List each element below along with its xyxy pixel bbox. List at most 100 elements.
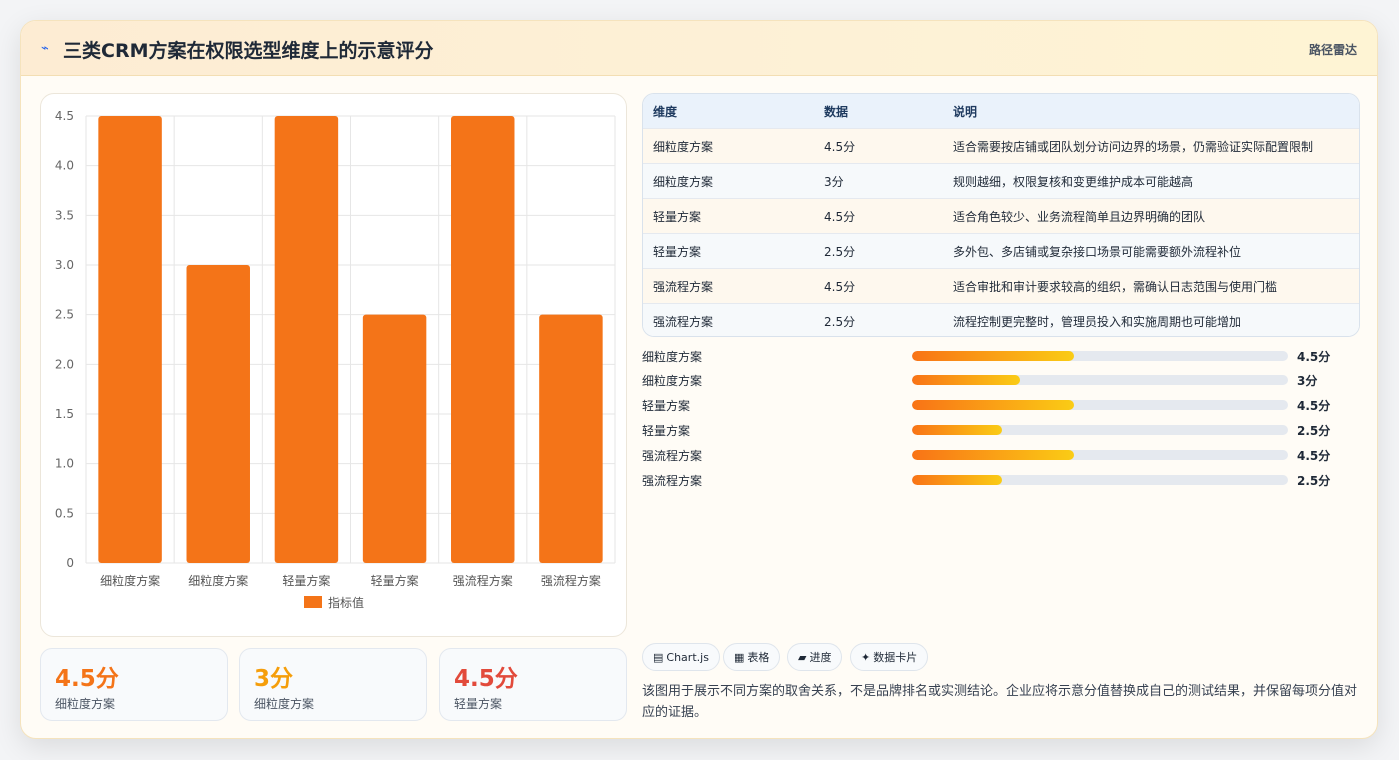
- progress-track: [912, 450, 1288, 460]
- table-cell: 规则越细，权限复核和变更维护成本可能越高: [953, 174, 1194, 189]
- progress-row: 轻量方案 4.5分: [642, 395, 1362, 415]
- progress-icon: ▰: [798, 650, 807, 664]
- table-icon: ▦: [734, 650, 745, 664]
- progress-row: 轻量方案 2.5分: [642, 420, 1362, 440]
- table-cell: 2.5分: [824, 244, 856, 259]
- footnote: 该图用于展示不同方案的取舍关系，不是品牌排名或实测结论。企业应将示意分值替换成自…: [642, 684, 1358, 720]
- chip-label: 进度: [809, 651, 832, 664]
- legend-swatch: [304, 596, 322, 608]
- progress-track: [912, 400, 1288, 410]
- bar-chart: 0 0.5 1.0 1.5 2.0 2.5 3.0 3.5 4.0 4.5 细粒度方案 细粒度方案 轻量…: [40, 93, 627, 637]
- y-tick-label: 3.0: [55, 258, 74, 272]
- card-icon: ✦: [861, 650, 871, 664]
- table-cell: 多外包、多店铺或复杂接口场景可能需要额外流程补位: [953, 244, 1242, 259]
- kpi-value: 3分: [254, 666, 294, 692]
- table-row: 强流程方案 2.5分 流程控制更完整时，管理员投入和实施周期也可能增加: [643, 303, 1359, 336]
- y-tick-label: 2.0: [55, 357, 74, 371]
- chip-label: 数据卡片: [873, 651, 918, 664]
- y-tick-label: 0.5: [55, 506, 74, 520]
- x-tick-label: 轻量方案: [371, 573, 419, 588]
- progress-fill: [912, 425, 1002, 435]
- bar: [274, 116, 339, 563]
- chart-icon: ▤: [653, 650, 664, 664]
- y-tick-label: 0: [66, 556, 74, 570]
- progress-value: 2.5分: [1297, 424, 1331, 438]
- x-tick-label: 轻量方案: [282, 573, 330, 588]
- progress-track: [912, 375, 1288, 385]
- bar: [451, 116, 515, 563]
- progress-label: 强流程方案: [642, 474, 703, 488]
- kpi-card: 4.5分 细粒度方案: [40, 648, 228, 721]
- progress-row: 细粒度方案 4.5分: [642, 346, 1362, 366]
- chip-data-card[interactable]: ✦ 数据卡片: [850, 643, 929, 671]
- progress-row: 强流程方案 4.5分: [642, 445, 1362, 465]
- card-header: ⌁ 三类CRM方案在权限选型维度上的示意评分 路径雷达: [21, 21, 1377, 76]
- kpi-card: 3分 细粒度方案: [239, 648, 427, 721]
- progress-track: [912, 475, 1288, 485]
- table-cell: 流程控制更完整时，管理员投入和实施周期也可能增加: [953, 314, 1242, 329]
- table-cell: 4.5分: [824, 279, 856, 294]
- table-header-cell: 说明: [953, 104, 978, 119]
- table-cell: 2.5分: [824, 314, 856, 329]
- progress-label: 轻量方案: [642, 424, 691, 438]
- progress-value: 4.5分: [1297, 350, 1331, 364]
- header-tag: 路径雷达: [1308, 43, 1357, 57]
- progress-fill: [912, 450, 1074, 460]
- page-title: 三类CRM方案在权限选型维度上的示意评分: [63, 40, 434, 62]
- dashboard-card: ⌁ 三类CRM方案在权限选型维度上的示意评分 路径雷达 0 0.5 1.0 1.5 2.…: [20, 20, 1378, 739]
- kpi-label: 轻量方案: [454, 697, 503, 711]
- kpi-card: 4.5分 轻量方案: [439, 648, 627, 721]
- y-tick-label: 1.5: [55, 407, 74, 421]
- chip-chartjs[interactable]: ▤ Chart.js: [642, 643, 720, 671]
- data-table: 维度 数据 说明 细粒度方案 4.5分 适合需要按店铺或团队划分访问边界的场景，…: [642, 93, 1360, 337]
- kpi-label: 细粒度方案: [254, 697, 315, 711]
- progress-value: 4.5分: [1297, 399, 1331, 413]
- table-row: 轻量方案 2.5分 多外包、多店铺或复杂接口场景可能需要额外流程补位: [643, 233, 1359, 268]
- bar: [539, 314, 603, 563]
- y-tick-label: 1.0: [55, 457, 74, 471]
- x-tick-label: 强流程方案: [541, 573, 601, 588]
- table-row: 细粒度方案 3分 规则越细，权限复核和变更维护成本可能越高: [643, 163, 1359, 198]
- lightning-icon: ⌁: [41, 41, 49, 56]
- progress-label: 细粒度方案: [642, 374, 703, 388]
- chip-table[interactable]: ▦ 表格: [723, 643, 781, 671]
- progress-track: [912, 425, 1288, 435]
- table-cell: 适合需要按店铺或团队划分访问边界的场景，仍需验证实际配置限制: [953, 139, 1314, 154]
- progress-fill: [912, 400, 1074, 410]
- progress-row: 细粒度方案 3分: [642, 370, 1362, 390]
- y-tick-label: 2.5: [55, 308, 74, 322]
- table-cell: 适合审批和审计要求较高的组织，需确认日志范围与使用门槛: [953, 279, 1278, 294]
- progress-value: 2.5分: [1297, 474, 1331, 488]
- progress-fill: [912, 351, 1074, 361]
- table-cell: 4.5分: [824, 209, 856, 224]
- table-header-cell: 维度: [653, 104, 678, 119]
- y-tick-label: 4.5: [55, 109, 74, 123]
- progress-value: 3分: [1297, 374, 1318, 388]
- progress-label: 强流程方案: [642, 449, 703, 463]
- table-cell: 强流程方案: [653, 314, 714, 329]
- bar: [362, 314, 427, 563]
- y-tick-label: 3.5: [55, 208, 74, 222]
- table-cell: 4.5分: [824, 139, 856, 154]
- progress-track: [912, 351, 1288, 361]
- chip-progress[interactable]: ▰ 进度: [787, 643, 843, 671]
- y-tick-label: 4.0: [55, 159, 74, 173]
- table-row: 轻量方案 4.5分 适合角色较少、业务流程简单且边界明确的团队: [643, 198, 1359, 233]
- chip-label: 表格: [747, 651, 770, 664]
- bar-chart-svg: 0 0.5 1.0 1.5 2.0 2.5 3.0 3.5 4.0 4.5 细粒度方案 细粒度方案 轻量…: [55, 109, 616, 610]
- progress-row: 强流程方案 2.5分: [642, 470, 1362, 490]
- progress-label: 轻量方案: [642, 399, 691, 413]
- table-row: 强流程方案 4.5分 适合审批和审计要求较高的组织，需确认日志范围与使用门槛: [643, 268, 1359, 303]
- progress-fill: [912, 475, 1002, 485]
- table-cell: 强流程方案: [653, 279, 714, 294]
- progress-label: 细粒度方案: [642, 350, 703, 364]
- progress-value: 4.5分: [1297, 449, 1331, 463]
- table-header-row: 维度 数据 说明: [643, 94, 1359, 128]
- bar: [186, 265, 250, 563]
- chip-label: Chart.js: [666, 650, 709, 664]
- table-header-cell: 数据: [824, 104, 849, 119]
- legend-label: 指标值: [328, 595, 364, 610]
- kpi-label: 细粒度方案: [55, 697, 116, 711]
- table-row: 细粒度方案 4.5分 适合需要按店铺或团队划分访问边界的场景，仍需验证实际配置限…: [643, 128, 1359, 163]
- table-cell: 轻量方案: [653, 209, 702, 224]
